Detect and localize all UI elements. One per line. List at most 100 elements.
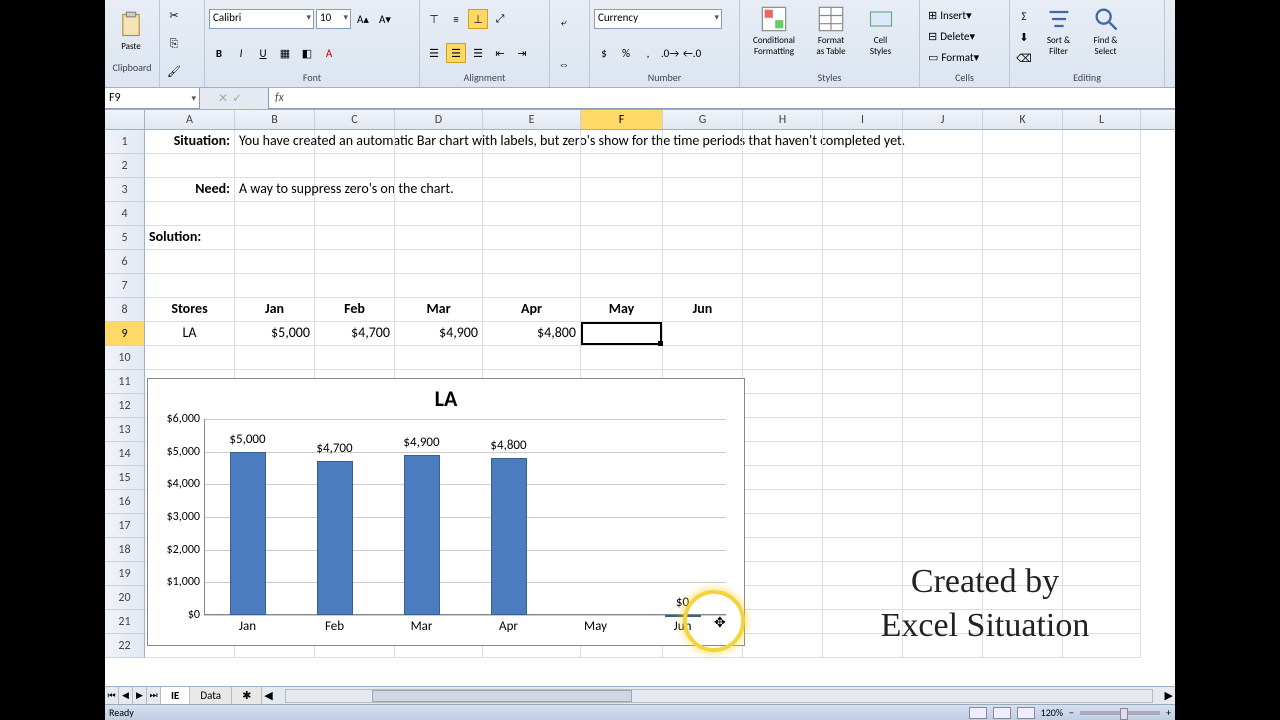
cell-F9[interactable] xyxy=(581,322,663,346)
cell-D5[interactable] xyxy=(395,226,483,250)
cell-H22[interactable] xyxy=(743,634,823,658)
new-sheet-tab[interactable]: ✱ xyxy=(232,687,262,704)
cell-I7[interactable] xyxy=(823,274,903,298)
cell-E2[interactable] xyxy=(483,154,581,178)
cell-J10[interactable] xyxy=(903,346,983,370)
decrease-indent-icon[interactable]: ⇤ xyxy=(490,43,510,63)
cell-E7[interactable] xyxy=(483,274,581,298)
grow-font-icon[interactable]: A▴ xyxy=(353,9,373,29)
select-all-corner[interactable] xyxy=(105,110,145,129)
zoom-percent[interactable]: 120% xyxy=(1041,706,1063,719)
underline-button[interactable]: U xyxy=(253,43,273,63)
cell-I14[interactable] xyxy=(823,442,903,466)
cell-K11[interactable] xyxy=(983,370,1063,394)
number-format-combo[interactable]: Currency xyxy=(594,9,722,29)
col-header-B[interactable]: B xyxy=(235,110,315,129)
cell-L8[interactable] xyxy=(1063,298,1141,322)
cell-H4[interactable] xyxy=(743,202,823,226)
chart-bar-Feb[interactable] xyxy=(317,461,353,615)
cell-C3[interactable] xyxy=(315,178,395,202)
cell-J14[interactable] xyxy=(903,442,983,466)
italic-button[interactable]: I xyxy=(231,43,251,63)
cell-I13[interactable] xyxy=(823,418,903,442)
cancel-formula-icon[interactable]: ✕ xyxy=(218,91,228,106)
cell-F7[interactable] xyxy=(581,274,663,298)
cell-G3[interactable] xyxy=(663,178,743,202)
wrap-text-icon[interactable]: ⤶ xyxy=(554,13,574,33)
cell-K15[interactable] xyxy=(983,466,1063,490)
cell-A3[interactable]: Need: xyxy=(145,178,235,202)
name-box[interactable]: F9 xyxy=(105,88,200,109)
hscroll-right[interactable]: ▶ xyxy=(1165,689,1173,702)
cell-J15[interactable] xyxy=(903,466,983,490)
align-middle-icon[interactable]: ≡ xyxy=(446,9,466,29)
cell-I9[interactable] xyxy=(823,322,903,346)
sheet-tab-IE[interactable]: IE xyxy=(161,687,190,704)
shrink-font-icon[interactable]: A▾ xyxy=(375,9,395,29)
formula-bar[interactable]: fx xyxy=(268,88,1175,109)
cell-K4[interactable] xyxy=(983,202,1063,226)
cell-H8[interactable] xyxy=(743,298,823,322)
comma-icon[interactable]: , xyxy=(638,43,658,63)
cell-J13[interactable] xyxy=(903,418,983,442)
col-header-I[interactable]: I xyxy=(823,110,903,129)
cell-L1[interactable] xyxy=(1063,130,1141,154)
cell-J6[interactable] xyxy=(903,250,983,274)
cell-C10[interactable] xyxy=(315,346,395,370)
hscroll-left[interactable]: ◀ xyxy=(264,689,272,702)
cell-A10[interactable] xyxy=(145,346,235,370)
chart-plot-area[interactable]: $0$1,000$2,000$3,000$4,000$5,000$6,000$5… xyxy=(204,419,726,615)
cell-J7[interactable] xyxy=(903,274,983,298)
cell-C6[interactable] xyxy=(315,250,395,274)
col-header-K[interactable]: K xyxy=(983,110,1063,129)
col-header-J[interactable]: J xyxy=(903,110,983,129)
cell-E5[interactable] xyxy=(483,226,581,250)
cell-G1[interactable] xyxy=(663,130,743,154)
cell-D4[interactable] xyxy=(395,202,483,226)
currency-icon[interactable]: $ xyxy=(594,43,614,63)
align-top-icon[interactable]: ⊤ xyxy=(424,9,444,29)
format-button[interactable]: ▭ Format ▾ xyxy=(924,47,1005,67)
cell-K2[interactable] xyxy=(983,154,1063,178)
cell-F3[interactable] xyxy=(581,178,663,202)
merge-icon[interactable]: ⇔ xyxy=(554,54,574,74)
cell-F10[interactable] xyxy=(581,346,663,370)
row-header-21[interactable]: 21 xyxy=(105,610,145,634)
cell-I8[interactable] xyxy=(823,298,903,322)
cell-L9[interactable] xyxy=(1063,322,1141,346)
cell-I4[interactable] xyxy=(823,202,903,226)
zoom-slider[interactable] xyxy=(1080,711,1160,715)
data-label-Feb[interactable]: $4,700 xyxy=(316,441,352,456)
row-header-15[interactable]: 15 xyxy=(105,466,145,490)
row-header-10[interactable]: 10 xyxy=(105,346,145,370)
row-header-22[interactable]: 22 xyxy=(105,634,145,658)
tab-nav-next[interactable]: ▶ xyxy=(133,687,147,704)
cell-B5[interactable] xyxy=(235,226,315,250)
cell-L6[interactable] xyxy=(1063,250,1141,274)
cell-H7[interactable] xyxy=(743,274,823,298)
row-header-20[interactable]: 20 xyxy=(105,586,145,610)
cell-H14[interactable] xyxy=(743,442,823,466)
cell-E10[interactable] xyxy=(483,346,581,370)
cell-I18[interactable] xyxy=(823,538,903,562)
cell-H6[interactable] xyxy=(743,250,823,274)
cell-I17[interactable] xyxy=(823,514,903,538)
cell-G9[interactable] xyxy=(663,322,743,346)
col-header-H[interactable]: H xyxy=(743,110,823,129)
cell-B6[interactable] xyxy=(235,250,315,274)
cell-F6[interactable] xyxy=(581,250,663,274)
borders-button[interactable]: ▦ xyxy=(275,43,295,63)
cell-D9[interactable]: $4,900 xyxy=(395,322,483,346)
fill-icon[interactable]: ⬇ xyxy=(1014,27,1034,47)
cell-H12[interactable] xyxy=(743,394,823,418)
tab-nav-first[interactable]: ⏮ xyxy=(105,687,119,704)
cell-A6[interactable] xyxy=(145,250,235,274)
cell-B2[interactable] xyxy=(235,154,315,178)
col-header-D[interactable]: D xyxy=(395,110,483,129)
cell-K13[interactable] xyxy=(983,418,1063,442)
embedded-chart[interactable]: LA $0$1,000$2,000$3,000$4,000$5,000$6,00… xyxy=(147,378,745,646)
cell-K6[interactable] xyxy=(983,250,1063,274)
row-header-9[interactable]: 9 xyxy=(105,322,145,346)
cell-J1[interactable] xyxy=(903,130,983,154)
cell-I15[interactable] xyxy=(823,466,903,490)
